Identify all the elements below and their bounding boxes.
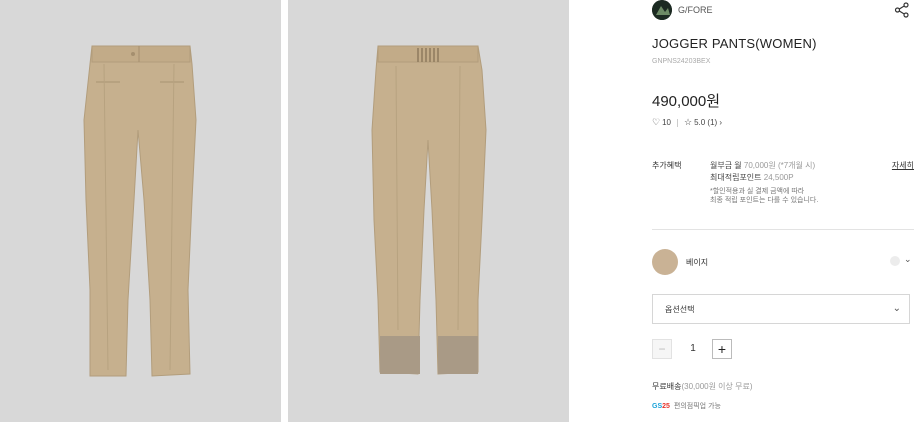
shipping-label: 무료배송: [652, 382, 682, 391]
option-select[interactable]: 옵션선택 ⌄: [652, 294, 910, 324]
benefit-label: 추가혜택: [652, 161, 682, 170]
product-price: 490,000원: [652, 93, 721, 110]
shipping-condition: (30,000원 이상 무료): [681, 382, 753, 391]
color-swatch[interactable]: [652, 249, 678, 275]
product-code: GNPNS24203BEX: [652, 58, 711, 65]
points-label: 최대적립포인트: [710, 173, 764, 182]
product-meta: ♡ 10 ☆ 5.0 (1) ›: [652, 117, 722, 128]
gs25-logo-number: 25: [662, 402, 670, 410]
heart-icon[interactable]: ♡: [652, 117, 660, 128]
benefit-detail-link[interactable]: 자세히: [892, 160, 914, 171]
color-option-dot[interactable]: [890, 256, 900, 266]
option-select-label: 옵션선택: [665, 305, 695, 314]
shipping-info: 무료배송(30,000원 이상 무료): [652, 381, 753, 392]
meta-divider: [676, 118, 678, 127]
points-note: *할인적용과 실 결제 금액에 따라 최종 적립 포인트는 다를 수 있습니다.: [710, 187, 818, 205]
share-icon[interactable]: [894, 2, 910, 18]
brand-logo-icon[interactable]: [652, 0, 672, 20]
brand-row: G/FORE: [652, 0, 914, 22]
points-line: 최대적립포인트 24,500P: [710, 172, 818, 184]
quantity-decrease-button[interactable]: −: [652, 339, 672, 359]
chevron-down-icon[interactable]: ⌄: [904, 254, 912, 265]
product-info-panel: G/FORE JOGGER PANTS(WOMEN) GNPNS24203BEX…: [652, 0, 914, 422]
quantity-value[interactable]: 1: [682, 343, 704, 354]
points-note-line2: 최종 적립 포인트는 다를 수 있습니다.: [710, 197, 819, 204]
gs25-logo-icon: GS25: [652, 403, 670, 410]
pants-back-illustration: [371, 45, 487, 375]
gs-pickup-row: GS25 편의점픽업 가능: [652, 401, 721, 411]
installment-label: 월부금 월: [710, 161, 744, 170]
benefit-body: 월부금 월 70,000원 (*7개월 시) 최대적립포인트 24,500P *…: [710, 160, 818, 205]
gs-pickup-text: 편의점픽업 가능: [673, 403, 721, 410]
points-value: 24,500P: [763, 173, 794, 182]
product-photo-back[interactable]: [288, 0, 569, 422]
color-name: 베이지: [686, 258, 709, 267]
likes-count: 10: [662, 118, 671, 127]
product-photo-front[interactable]: [0, 0, 281, 422]
installment-value: 70,000원 (*7개월 시): [743, 161, 816, 170]
installment-line: 월부금 월 70,000원 (*7개월 시): [710, 160, 818, 172]
pants-front-illustration: [83, 45, 197, 377]
points-note-line1: *할인적용과 실 결제 금액에 따라: [710, 188, 805, 195]
section-divider: [652, 229, 914, 230]
brand-name[interactable]: G/FORE: [678, 5, 713, 15]
gs25-logo-gs: GS: [652, 402, 663, 410]
star-icon: ☆: [683, 117, 693, 127]
rating-link[interactable]: 5.0 (1) ›: [694, 118, 722, 127]
product-title: JOGGER PANTS(WOMEN): [652, 36, 817, 51]
quantity-increase-button[interactable]: +: [712, 339, 732, 359]
chevron-down-icon: ⌄: [892, 303, 901, 314]
